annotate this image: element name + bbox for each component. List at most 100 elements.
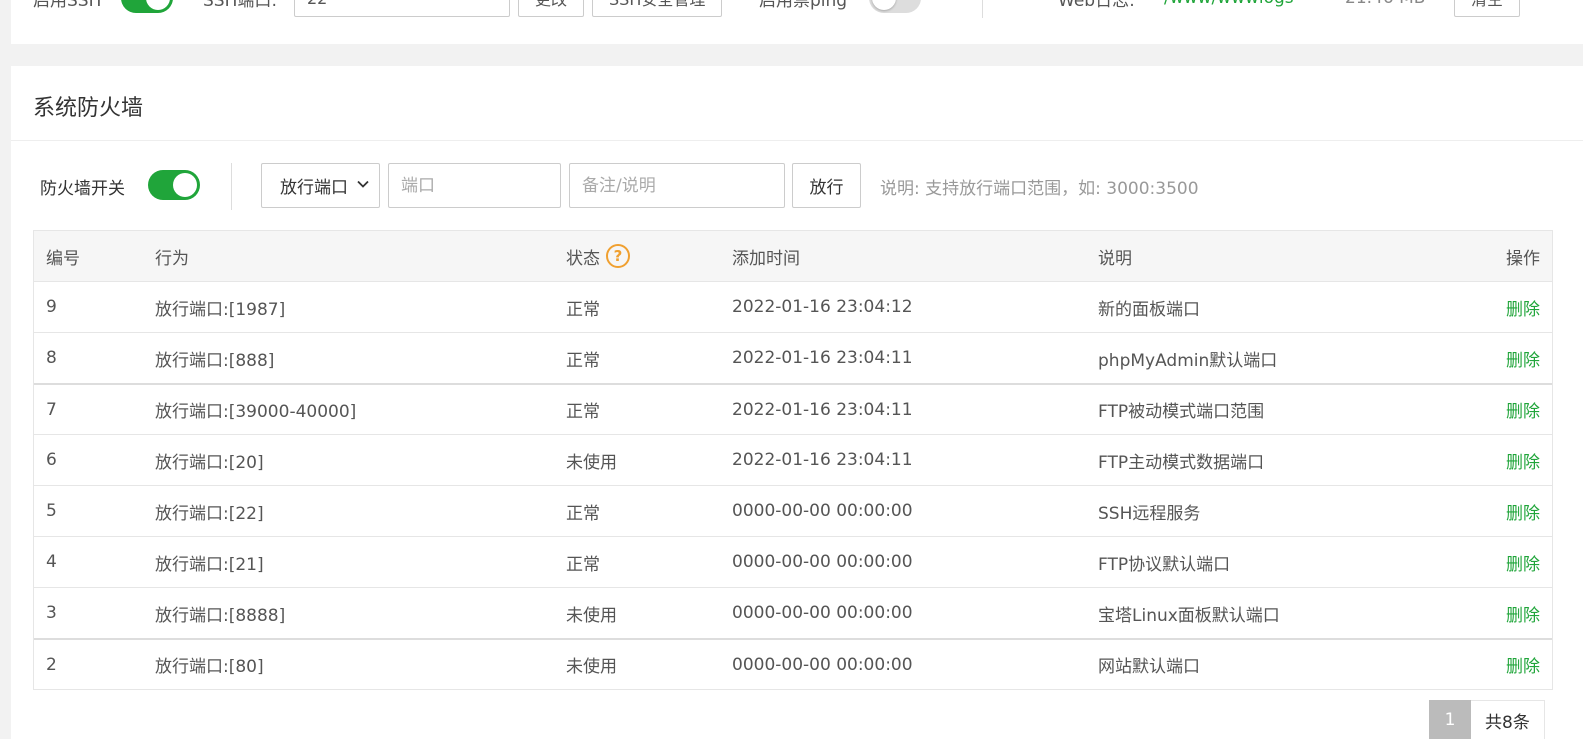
- cell-action: 放行端口:[22]: [155, 503, 264, 524]
- cell-action: 放行端口:[888]: [155, 350, 275, 371]
- firewall-switch-toggle[interactable]: [148, 170, 200, 200]
- weblog-label: Web日志:: [1058, 0, 1135, 11]
- cell-added-time: 0000-00-00 00:00:00: [732, 603, 913, 623]
- toolbar-divider: [231, 163, 232, 210]
- cell-description: 宝塔Linux面板默认端口: [1098, 605, 1280, 626]
- table-row: 2 放行端口:[80] 未使用 0000-00-00 00:00:00 网站默认端口 删除: [34, 638, 1552, 689]
- ssh-enable-toggle[interactable]: [121, 0, 173, 13]
- cell-description: FTP被动模式端口范围: [1098, 402, 1265, 422]
- header-description: 说明: [1098, 248, 1132, 269]
- header-operation: 操作: [1506, 248, 1540, 269]
- ssh-enable-label: 启用SSH: [33, 0, 102, 11]
- cell-status: 正常: [566, 503, 600, 524]
- change-port-button[interactable]: 更改: [518, 0, 585, 17]
- table-row: 5 放行端口:[22] 正常 0000-00-00 00:00:00 SSH远程服务 删除: [34, 485, 1552, 536]
- table-row: 6 放行端口:[20] 未使用 2022-01-16 23:04:11 FTP主动模式数…: [34, 434, 1552, 485]
- cell-action: 放行端口:[20]: [155, 452, 264, 473]
- clear-log-button[interactable]: 清空: [1454, 0, 1521, 17]
- delete-rule-link[interactable]: 删除: [1506, 555, 1540, 575]
- ping-toggle[interactable]: [869, 0, 921, 13]
- pagination: 1 共8条: [1429, 700, 1545, 739]
- delete-rule-link[interactable]: 删除: [1506, 657, 1540, 677]
- table-row: 8 放行端口:[888] 正常 2022-01-16 23:04:11 phpMyAdm…: [34, 332, 1552, 383]
- help-question-icon[interactable]: ?: [606, 244, 630, 268]
- cell-status: 未使用: [566, 605, 617, 626]
- cell-action: 放行端口:[80]: [155, 657, 264, 677]
- cell-status: 未使用: [566, 452, 617, 473]
- cell-added-time: 2022-01-16 23:04:11: [732, 399, 913, 420]
- cell-id: 2: [46, 654, 57, 675]
- firewall-panel: 系统防火墙 防火墙开关 放行端口 放行 说明: 支持放行端口范围，如: 3000…: [11, 66, 1583, 739]
- cell-description: FTP协议默认端口: [1098, 554, 1231, 575]
- cell-operation: 删除: [1457, 397, 1552, 422]
- ssh-settings-panel: 启用SSH SSH端口: 22 更改 SSH安全管理 启用禁ping Web日志…: [11, 0, 1583, 44]
- cell-added-time: 0000-00-00 00:00:00: [732, 501, 913, 521]
- page-current[interactable]: 1: [1429, 700, 1471, 739]
- rule-type-select[interactable]: 放行端口: [261, 163, 380, 208]
- firewall-switch-label: 防火墙开关: [40, 179, 125, 199]
- cell-id: 5: [46, 501, 57, 521]
- cell-operation: 删除: [1457, 499, 1552, 524]
- header-status-label: 状态: [566, 248, 600, 269]
- cell-action: 放行端口:[1987]: [155, 299, 286, 320]
- cell-id: 7: [46, 399, 57, 420]
- cell-operation: 删除: [1457, 295, 1552, 320]
- delete-rule-link[interactable]: 删除: [1506, 402, 1540, 422]
- title-divider: [11, 140, 1583, 141]
- cell-action: 放行端口:[21]: [155, 554, 264, 575]
- cell-added-time: 2022-01-16 23:04:11: [732, 348, 913, 368]
- cell-added-time: 0000-00-00 00:00:00: [732, 654, 913, 675]
- cell-added-time: 2022-01-16 23:04:11: [732, 450, 913, 470]
- cell-description: phpMyAdmin默认端口: [1098, 350, 1278, 371]
- cell-operation: 删除: [1457, 601, 1552, 626]
- page-total-count: 共8条: [1471, 700, 1545, 739]
- delete-rule-link[interactable]: 删除: [1506, 504, 1540, 524]
- header-id: 编号: [46, 248, 80, 269]
- cell-status: 正常: [566, 554, 600, 575]
- delete-rule-link[interactable]: 删除: [1506, 606, 1540, 626]
- cell-operation: 删除: [1457, 346, 1552, 371]
- delete-rule-link[interactable]: 删除: [1506, 351, 1540, 371]
- cell-id: 8: [46, 348, 57, 368]
- table-row: 4 放行端口:[21] 正常 0000-00-00 00:00:00 FTP协议默认端口…: [34, 536, 1552, 587]
- cell-description: 网站默认端口: [1098, 657, 1200, 677]
- cell-status: 未使用: [566, 657, 617, 677]
- allow-button[interactable]: 放行: [792, 163, 861, 208]
- weblog-path-link[interactable]: /www/wwwlogs: [1164, 0, 1294, 8]
- cell-added-time: 2022-01-16 23:04:12: [732, 297, 913, 317]
- cell-description: SSH远程服务: [1098, 503, 1201, 524]
- firewall-toolbar: 防火墙开关 放行端口 放行 说明: 支持放行端口范围，如: 3000:3500: [40, 163, 1560, 210]
- divider: [982, 0, 983, 18]
- weblog-size: 21.46 MB: [1345, 0, 1425, 8]
- header-action: 行为: [155, 248, 189, 269]
- delete-rule-link[interactable]: 删除: [1506, 300, 1540, 320]
- ssh-port-input[interactable]: 22: [294, 0, 510, 17]
- table-header: 编号 行为 状态 ? 添加时间 说明 操作: [34, 231, 1552, 281]
- cell-id: 4: [46, 552, 57, 572]
- port-input[interactable]: [388, 163, 561, 208]
- cell-operation: 删除: [1457, 550, 1552, 575]
- cell-id: 9: [46, 297, 57, 317]
- cell-status: 正常: [566, 350, 600, 371]
- cell-status: 正常: [566, 299, 600, 320]
- ping-label: 启用禁ping: [759, 0, 848, 11]
- cell-operation: 删除: [1457, 448, 1552, 473]
- firewall-rules-table: 编号 行为 状态 ? 添加时间 说明 操作 9 放行端口:[1987] 正常 2022…: [33, 230, 1553, 690]
- cell-description: 新的面板端口: [1098, 299, 1200, 320]
- delete-rule-link[interactable]: 删除: [1506, 453, 1540, 473]
- table-row: 7 放行端口:[39000-40000] 正常 2022-01-16 23:04:11…: [34, 383, 1552, 434]
- cell-id: 6: [46, 450, 57, 470]
- ssh-manage-button[interactable]: SSH安全管理: [592, 0, 723, 17]
- help-note: 说明: 支持放行端口范围，如: 3000:3500: [880, 179, 1199, 199]
- rule-type-value: 放行端口: [280, 178, 348, 198]
- table-row: 3 放行端口:[8888] 未使用 0000-00-00 00:00:00 宝塔Linu…: [34, 587, 1552, 638]
- ssh-port-label: SSH端口:: [203, 0, 278, 11]
- chevron-down-icon: [357, 180, 369, 188]
- cell-description: FTP主动模式数据端口: [1098, 452, 1265, 473]
- remark-input[interactable]: [569, 163, 785, 208]
- cell-status: 正常: [566, 402, 600, 422]
- cell-operation: 删除: [1457, 652, 1552, 677]
- panel-title: 系统防火墙: [33, 96, 144, 121]
- header-status: 状态 ?: [555, 244, 721, 269]
- header-added-time: 添加时间: [732, 248, 800, 269]
